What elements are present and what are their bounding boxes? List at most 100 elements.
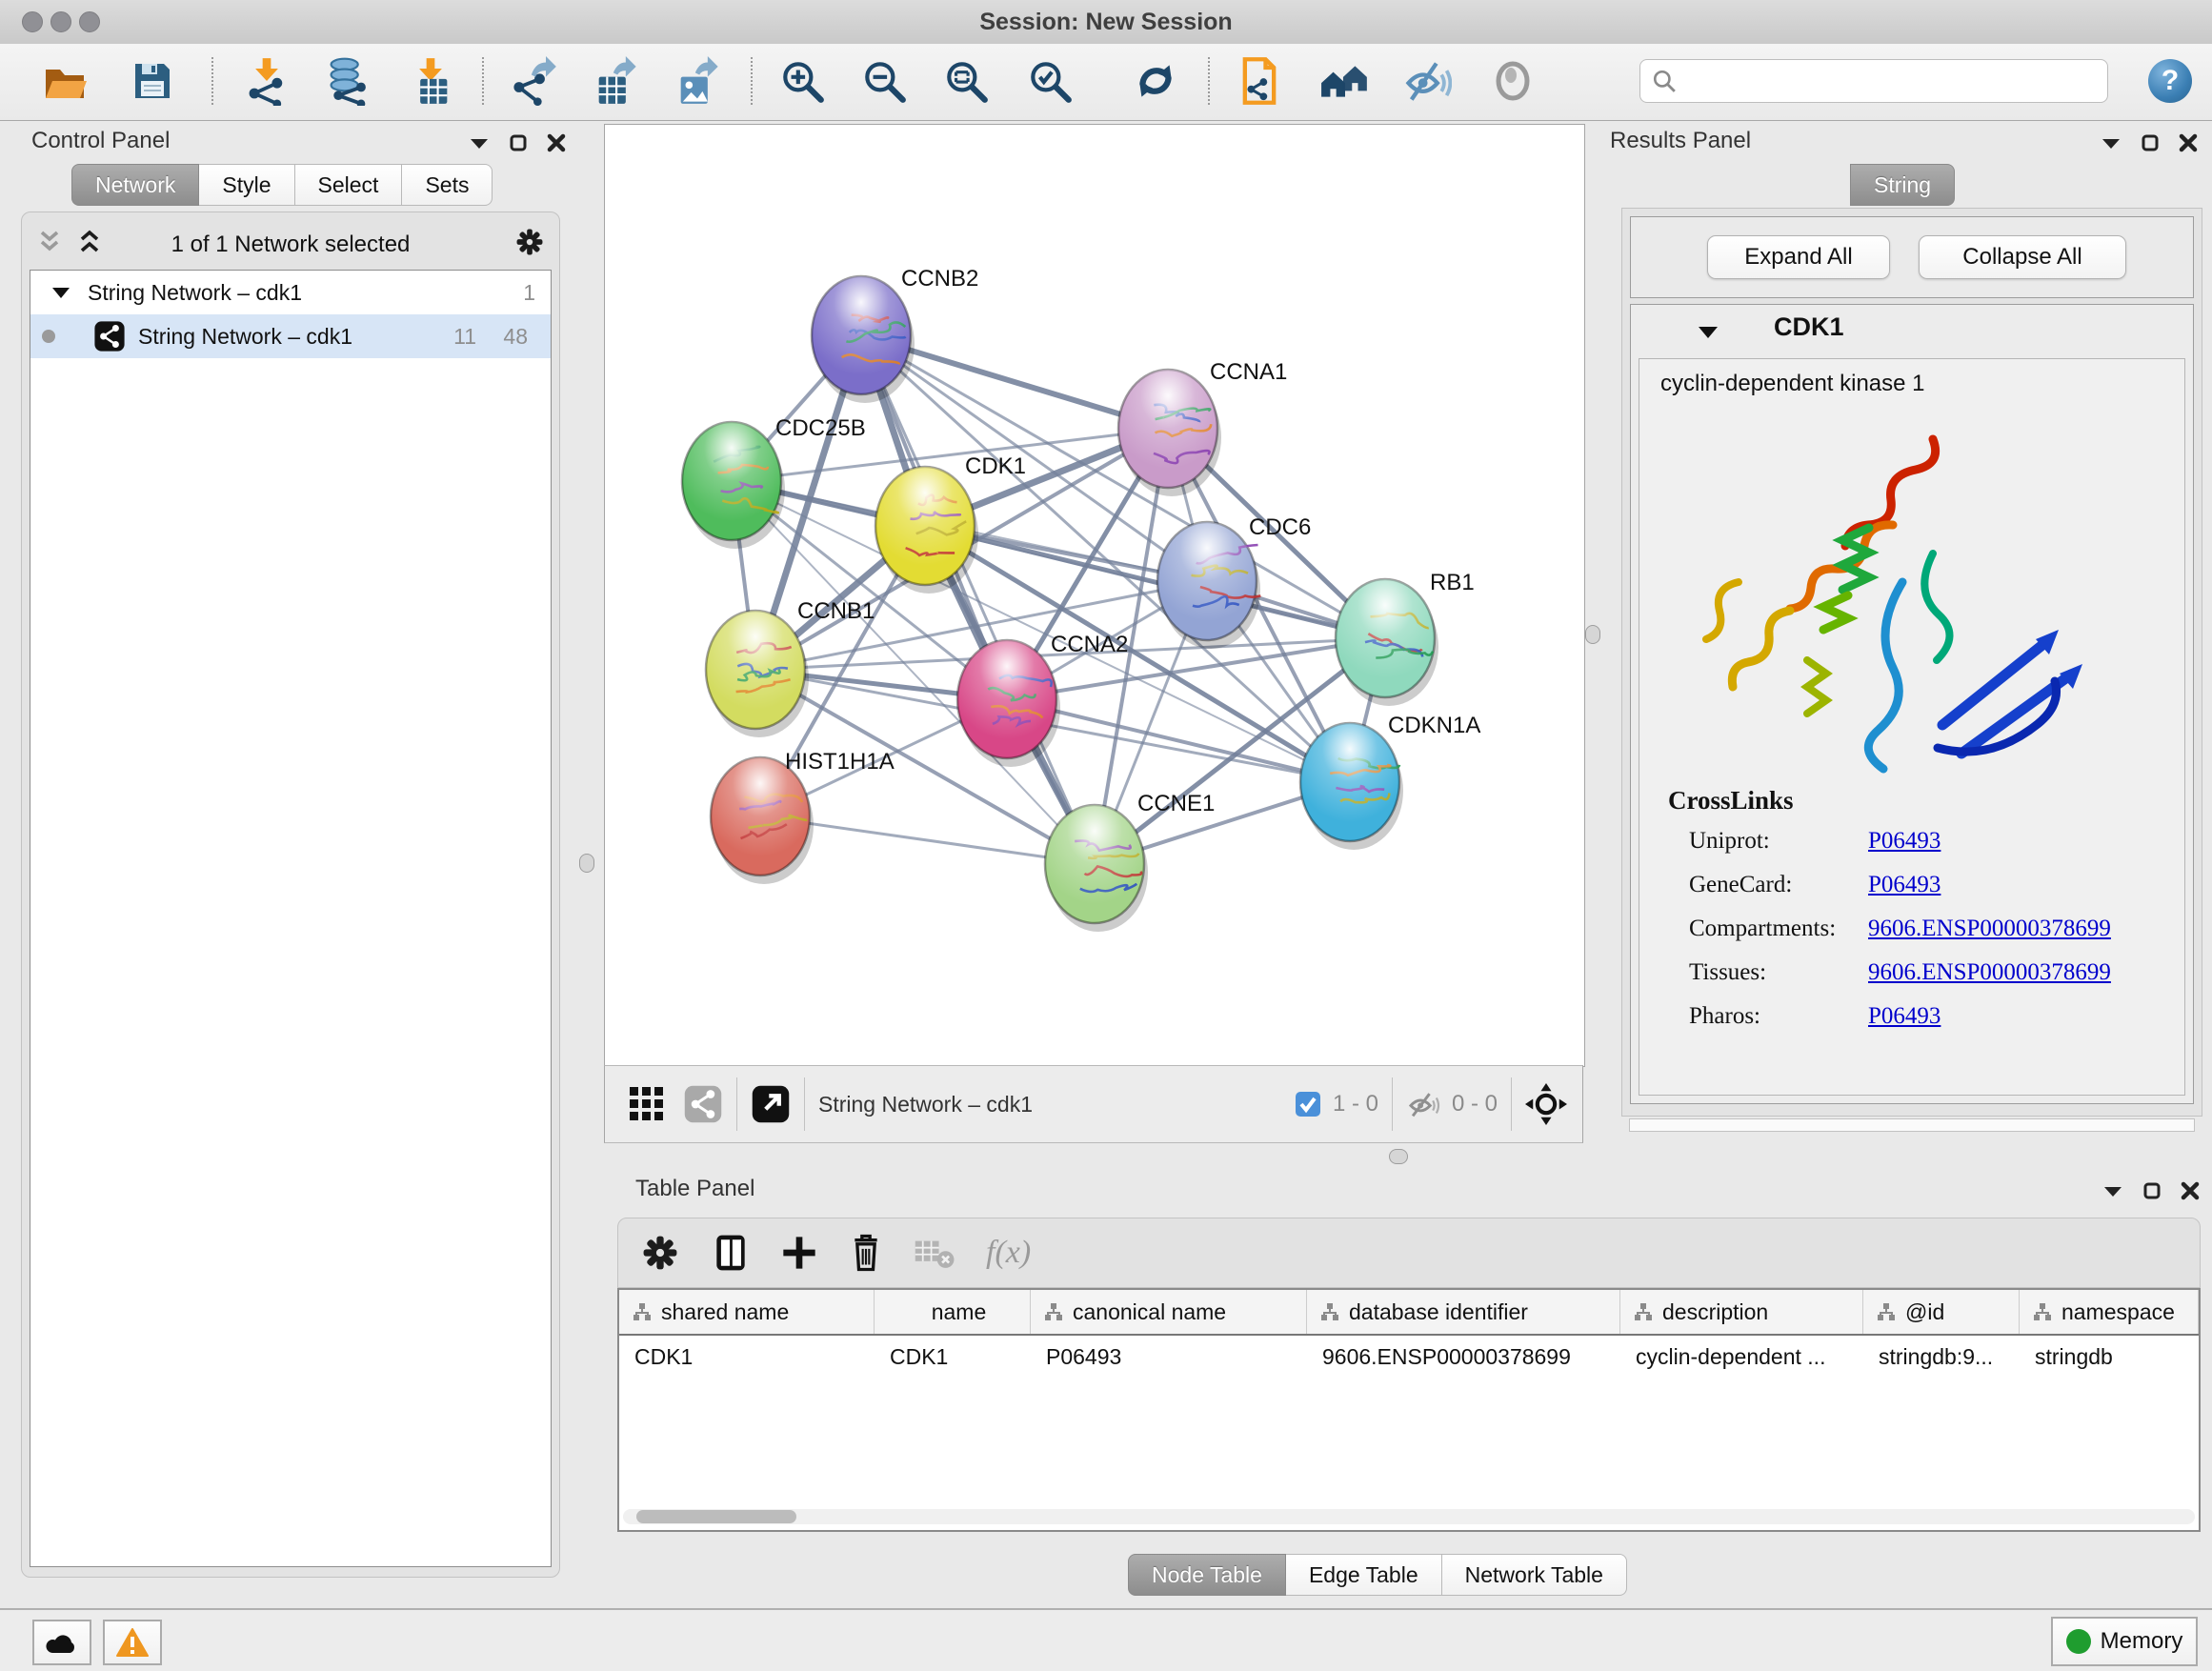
string-home-button[interactable] [1316,50,1375,112]
column-header-namespace[interactable]: namespace [2020,1290,2199,1334]
show-columns-icon[interactable] [710,1232,752,1274]
open-session-button[interactable] [35,50,94,112]
search-input[interactable] [1677,68,2081,94]
import-network-from-database-button[interactable] [319,50,378,112]
tab-node-table[interactable]: Node Table [1128,1554,1286,1596]
crosslink-link[interactable]: P06493 [1868,1003,1941,1030]
crosslink-link[interactable]: P06493 [1868,872,1941,898]
table-cell[interactable]: P06493 [1031,1336,1307,1378]
float-panel-icon[interactable] [2102,1183,2123,1198]
network-canvas[interactable]: CCNB2CCNA1CDC25BCDK1CDC6RB1CCNB1CCNA2CDK… [604,124,1585,1067]
column-header-name[interactable]: name [875,1290,1031,1334]
crosslink-label: GeneCard: [1689,872,1792,897]
collection-count: 1 [523,280,535,306]
import-table-button[interactable] [401,50,460,112]
network-options-gear-icon[interactable] [513,226,546,263]
edge-CCNB2-CCNE1[interactable] [861,335,1095,864]
hide-unhide-button[interactable] [1398,50,1457,112]
close-panel-icon[interactable] [2179,133,2198,152]
table-hscrollbar[interactable] [623,1509,2195,1524]
add-column-icon[interactable] [780,1234,818,1272]
import-network-button[interactable] [237,50,296,112]
expand-all-button[interactable]: Expand All [1707,235,1890,279]
table-cell[interactable]: CDK1 [619,1336,875,1378]
birds-eye-view-icon[interactable] [1525,1083,1567,1125]
zoom-selected-button[interactable] [1020,50,1079,112]
node-HIST1H1A[interactable]: HIST1H1A [711,749,895,884]
hidden-eye-slash-icon[interactable] [1406,1089,1440,1119]
column-header--id[interactable]: @id [1863,1290,2020,1334]
tab-select[interactable]: Select [295,164,403,206]
tab-edge-table[interactable]: Edge Table [1286,1554,1442,1596]
table-cell[interactable]: stringdb:9... [1863,1336,2020,1378]
close-panel-icon[interactable] [2181,1181,2200,1200]
control-panel-tabs: NetworkStyleSelectSets [71,164,493,206]
close-panel-icon[interactable] [547,133,566,152]
table-settings-gear-icon[interactable] [639,1232,681,1274]
node-CCNB1[interactable]: CCNB1 [706,598,875,737]
table-cell[interactable]: cyclin-dependent ... [1620,1336,1863,1378]
memory-status-dot [2066,1629,2091,1654]
node-CCNA2[interactable]: CCNA2 [957,632,1128,767]
results-scrollbar-track[interactable] [1629,1118,2195,1132]
save-session-button[interactable] [123,50,182,112]
tab-sets[interactable]: Sets [402,164,493,206]
table-row[interactable]: CDK1CDK1P064939606.ENSP00000378699cyclin… [619,1336,2199,1378]
crosslink-link[interactable]: 9606.ENSP00000378699 [1868,959,2111,986]
table-hscrollbar-thumb[interactable] [636,1510,796,1523]
network-from-file-button[interactable] [1230,50,1289,112]
tab-network-table[interactable]: Network Table [1442,1554,1627,1596]
node-CCNA1[interactable]: CCNA1 [1118,359,1287,496]
preview-button[interactable] [1483,50,1542,112]
float-panel-icon[interactable] [2101,135,2122,151]
detach-view-icon[interactable] [751,1084,791,1124]
column-header-description[interactable]: description [1620,1290,1863,1334]
apply-layout-button[interactable] [1126,50,1185,112]
maximize-panel-icon[interactable] [509,133,528,152]
network-view-share-icon[interactable] [683,1084,723,1124]
zoom-in-button[interactable] [773,50,832,112]
table-cell[interactable]: 9606.ENSP00000378699 [1307,1336,1620,1378]
collapse-all-button[interactable]: Collapse All [1919,235,2126,279]
node-CCNB2[interactable]: CCNB2 [812,266,978,403]
tab-string[interactable]: String [1850,164,1955,206]
float-panel-icon[interactable] [469,135,490,151]
collection-expander-icon[interactable] [51,285,70,300]
export-network-button[interactable] [504,50,563,112]
network-view-title: String Network – cdk1 [818,1092,1033,1117]
help-button[interactable]: ? [2148,59,2192,103]
export-table-button[interactable] [586,50,645,112]
column-header-shared-name[interactable]: shared name [619,1290,875,1334]
grid-view-icon[interactable] [628,1085,666,1123]
network-row-selected[interactable]: String Network – cdk1 11 48 [30,314,551,358]
crosslink-link[interactable]: 9606.ENSP00000378699 [1868,916,2111,942]
maximize-panel-icon[interactable] [2142,1181,2162,1200]
entry-expander-icon[interactable] [1698,324,1719,340]
zoom-out-button[interactable] [855,50,914,112]
table-cell[interactable]: CDK1 [875,1336,1031,1378]
left-splitter-handle[interactable] [579,854,594,873]
export-image-button[interactable] [668,50,727,112]
bottom-splitter-handle[interactable] [1389,1149,1408,1164]
search-box[interactable] [1639,59,2108,103]
column-header-canonical-name[interactable]: canonical name [1031,1290,1307,1334]
maximize-panel-icon[interactable] [2141,133,2160,152]
column-header-database-identifier[interactable]: database identifier [1307,1290,1620,1334]
node-CDKN1A[interactable]: CDKN1A [1300,713,1480,850]
selected-checkbox-icon[interactable] [1295,1091,1321,1117]
table-cell[interactable]: stringdb [2020,1336,2199,1378]
node-CCNE1[interactable]: CCNE1 [1045,791,1215,932]
right-splitter-handle[interactable] [1585,625,1600,644]
network-view-toolbar: String Network – cdk1 1 - 0 0 - 0 [604,1065,1583,1143]
delete-column-icon[interactable] [847,1232,885,1274]
tab-style[interactable]: Style [199,164,294,206]
network-node-count: 11 [453,324,476,350]
network-collection-row[interactable]: String Network – cdk1 1 [30,271,551,314]
zoom-fit-button[interactable] [936,50,995,112]
memory-button[interactable]: Memory [2051,1617,2198,1666]
crosslink-link[interactable]: P06493 [1868,828,1941,855]
cloud-button[interactable] [32,1620,91,1665]
tab-network[interactable]: Network [71,164,199,206]
node-RB1[interactable]: RB1 [1336,570,1475,706]
warnings-button[interactable] [103,1620,162,1665]
